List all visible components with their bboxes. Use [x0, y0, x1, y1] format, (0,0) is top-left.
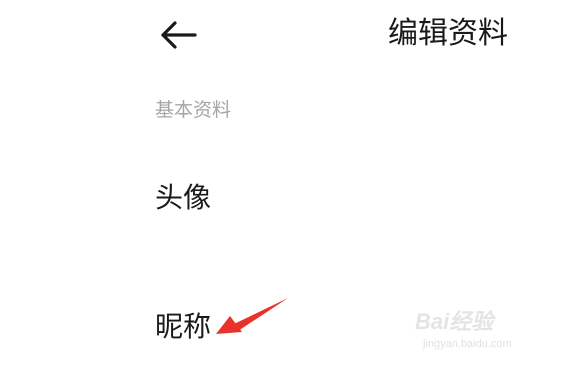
watermark: Bai经验 jingyan.baidu.com [415, 300, 535, 360]
watermark-brand: Bai经验 [415, 309, 494, 334]
section-header-basic-info: 基本资料 [155, 99, 232, 121]
watermark-url: jingyan.baidu.com [423, 338, 512, 350]
avatar-label: 头像 [155, 181, 212, 214]
page-title: 编辑资料 [388, 16, 508, 51]
back-button[interactable] [158, 18, 198, 52]
arrow-left-icon [161, 21, 197, 49]
nickname-label: 昵称 [155, 310, 212, 343]
red-arrow-icon [216, 298, 288, 334]
avatar-row[interactable]: 头像 [0, 168, 563, 228]
